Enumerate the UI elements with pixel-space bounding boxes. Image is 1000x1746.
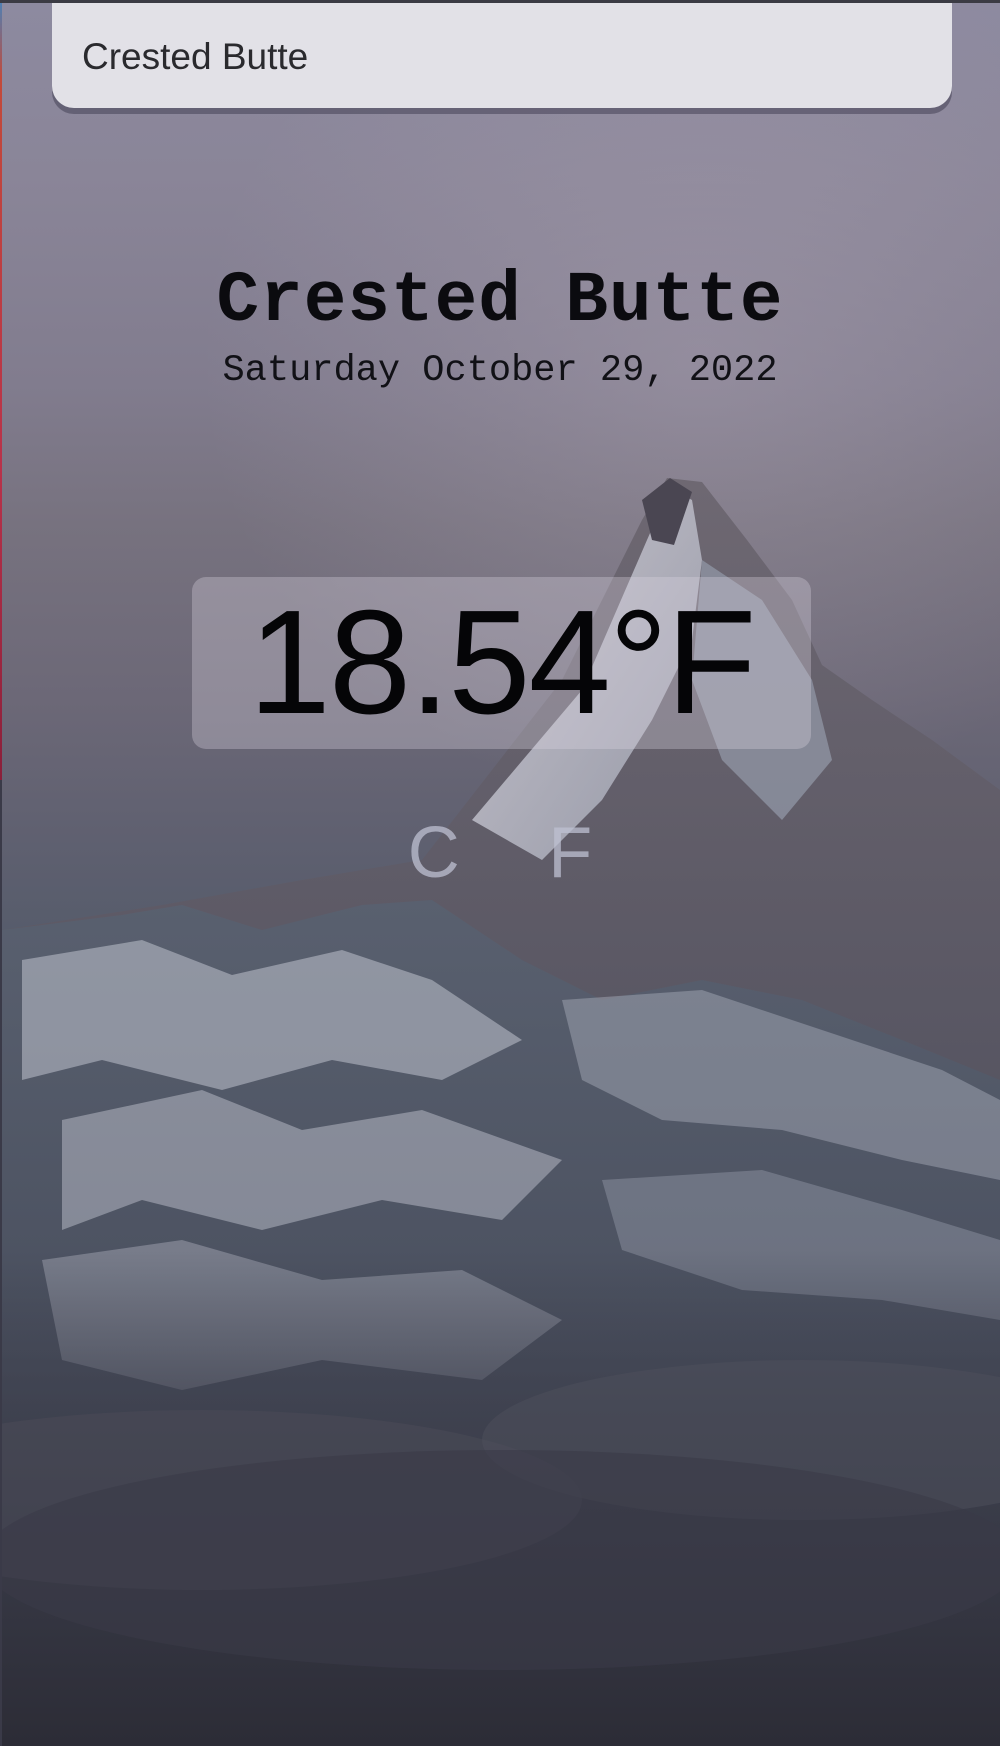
search-bar [52,0,952,108]
city-name: Crested Butte [216,262,784,342]
fahrenheit-button[interactable]: F [548,812,592,894]
celsius-button[interactable]: C [408,812,460,894]
unit-toggle: C F [0,812,1000,894]
current-date: Saturday October 29, 2022 [222,350,778,392]
temperature-value: 18.54°F [248,580,757,745]
window-top-border [0,0,1000,3]
city-search-input[interactable] [82,22,902,92]
temperature-card: 18.54°F [192,577,811,749]
